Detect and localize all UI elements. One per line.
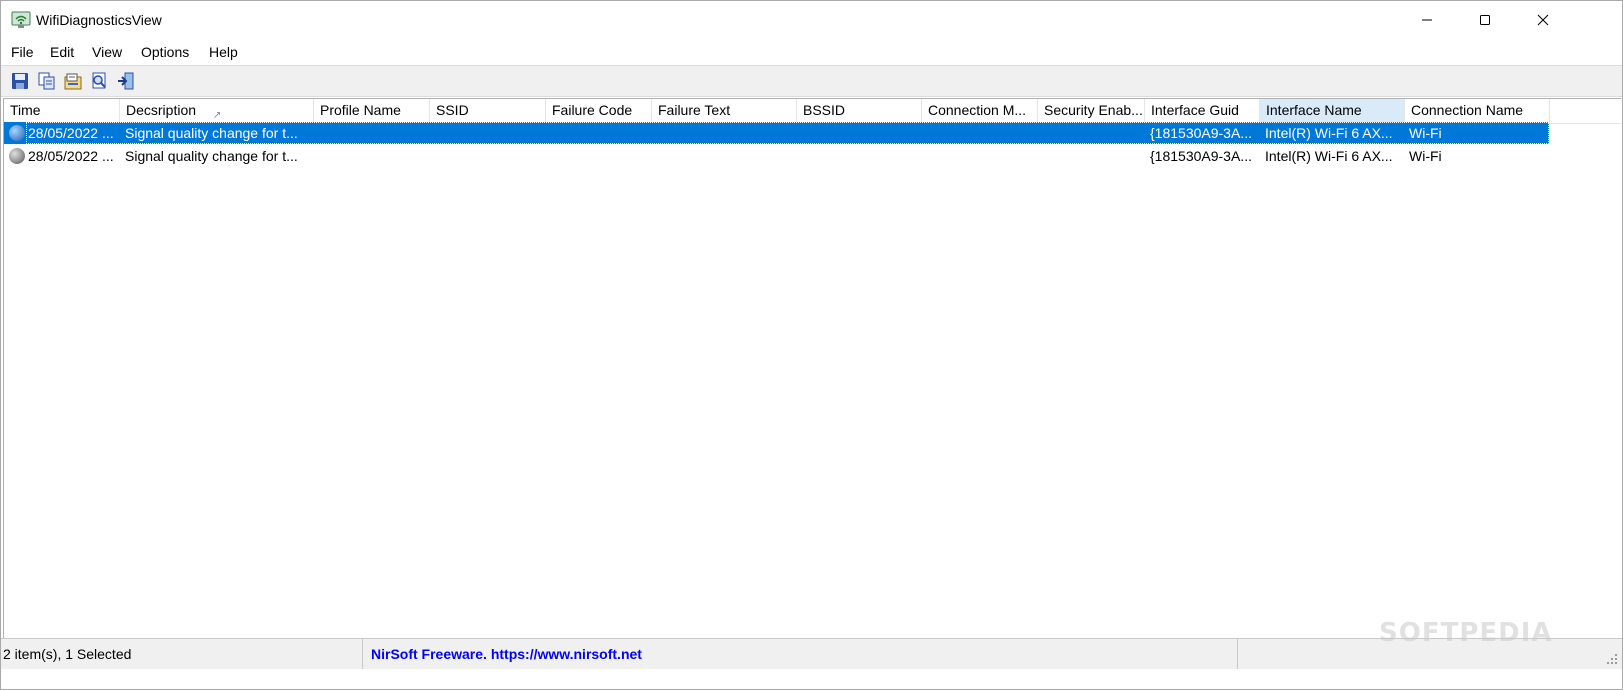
minimize-icon: [1422, 19, 1432, 21]
column-header-ssid[interactable]: SSID: [430, 99, 546, 123]
find-button[interactable]: [88, 70, 110, 92]
column-header-security-enabled[interactable]: Security Enab...: [1038, 99, 1145, 123]
exit-button[interactable]: [115, 70, 137, 92]
menu-help[interactable]: Help: [209, 44, 238, 60]
column-header-connection-mode[interactable]: Connection M...: [922, 99, 1038, 123]
menu-file[interactable]: File: [11, 44, 34, 60]
window-title: WifiDiagnosticsView: [36, 12, 162, 28]
exit-icon: [118, 72, 134, 90]
event-status-icon: [9, 148, 25, 164]
cell-interface-guid: {181530A9-3A...: [1150, 125, 1252, 141]
cell-interface-name: Intel(R) Wi-Fi 6 AX...: [1265, 125, 1393, 141]
cell-connection-name: Wi-Fi: [1409, 125, 1442, 141]
close-icon: [1537, 14, 1549, 26]
menu-edit[interactable]: Edit: [50, 44, 74, 60]
copy-button[interactable]: [36, 70, 58, 92]
resize-grip-icon[interactable]: [1606, 653, 1618, 665]
table-row[interactable]: 28/05/2022 ... Signal quality change for…: [4, 122, 1549, 144]
cell-time: 28/05/2022 ...: [28, 148, 114, 164]
cell-time: 28/05/2022 ...: [28, 125, 114, 141]
save-button[interactable]: [9, 70, 31, 92]
column-header-profile-name[interactable]: Profile Name: [314, 99, 430, 123]
cell-connection-name: Wi-Fi: [1409, 148, 1442, 164]
list-header: Time Decsription ↗ Profile Name SSID Fai…: [4, 99, 1621, 124]
column-header-bssid[interactable]: BSSID: [797, 99, 922, 123]
column-header-failure-text[interactable]: Failure Text: [652, 99, 797, 123]
toolbar: [1, 65, 1622, 97]
properties-button[interactable]: [62, 70, 84, 92]
menu-view[interactable]: View: [92, 44, 122, 60]
watermark-text: SOFTPEDIA: [1379, 618, 1553, 648]
column-header-failure-code[interactable]: Failure Code: [546, 99, 652, 123]
sort-indicator-icon: ↗: [213, 110, 222, 121]
properties-icon: [64, 73, 82, 90]
main-window: WifiDiagnosticsView File Edit View Optio…: [0, 0, 1623, 690]
cell-interface-name: Intel(R) Wi-Fi 6 AX...: [1265, 148, 1393, 164]
maximize-button[interactable]: [1456, 1, 1514, 39]
app-wifi-icon: [11, 11, 31, 29]
event-status-icon: [9, 125, 25, 141]
results-list[interactable]: Time Decsription ↗ Profile Name SSID Fai…: [3, 98, 1621, 663]
column-header-connection-name[interactable]: Connection Name: [1405, 99, 1550, 123]
copy-icon: [38, 72, 55, 90]
cell-description: Signal quality change for t...: [125, 148, 298, 164]
status-link-pane: NirSoft Freeware. https://www.nirsoft.ne…: [363, 639, 1238, 669]
column-header-time[interactable]: Time: [4, 99, 120, 123]
menu-options[interactable]: Options: [141, 44, 189, 60]
column-header-description[interactable]: Decsription ↗: [120, 99, 314, 123]
title-bar[interactable]: WifiDiagnosticsView: [1, 1, 1622, 39]
maximize-icon: [1480, 15, 1490, 25]
cell-interface-guid: {181530A9-3A...: [1150, 148, 1252, 164]
table-row[interactable]: 28/05/2022 ... Signal quality change for…: [4, 145, 1549, 167]
nirsoft-link[interactable]: NirSoft Freeware. https://www.nirsoft.ne…: [371, 646, 642, 662]
minimize-button[interactable]: [1398, 1, 1456, 39]
save-icon: [12, 73, 28, 89]
column-header-interface-guid[interactable]: Interface Guid: [1145, 99, 1260, 123]
column-header-interface-name[interactable]: Interface Name: [1260, 99, 1405, 123]
close-button[interactable]: [1514, 1, 1572, 39]
cell-description: Signal quality change for t...: [125, 125, 298, 141]
status-item-count: 2 item(s), 1 Selected: [1, 639, 363, 669]
find-icon: [92, 72, 106, 89]
menu-bar: File Edit View Options Help: [1, 39, 1622, 65]
